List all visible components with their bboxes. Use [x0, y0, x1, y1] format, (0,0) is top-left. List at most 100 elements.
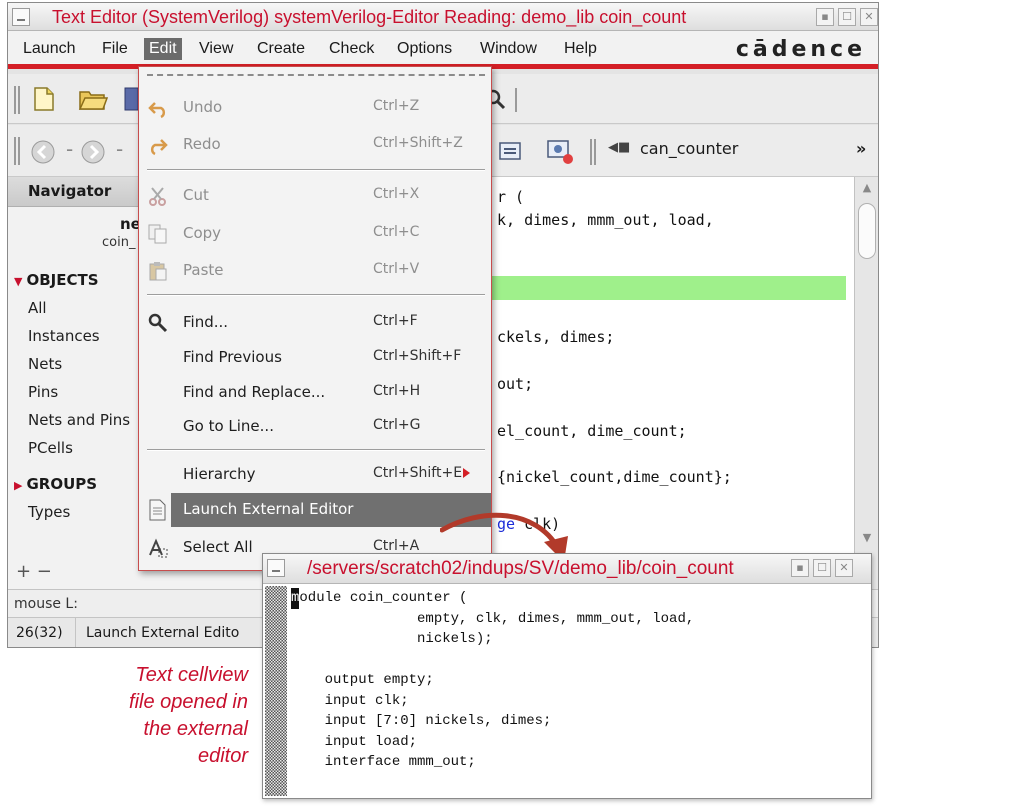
code-line: empty, clk, dimes, mmm_out, load, — [291, 610, 695, 627]
menu-launch[interactable]: Launch — [23, 40, 76, 58]
window-menu-icon[interactable] — [12, 8, 30, 26]
caption-line: Text cellview — [135, 664, 248, 686]
code-line: out; — [497, 375, 534, 393]
toolbar-grip[interactable] — [590, 139, 596, 165]
menu-edit[interactable]: Edit — [144, 38, 182, 60]
menu-item-label: Find and Replace... — [183, 383, 326, 401]
forward-icon[interactable] — [80, 139, 106, 165]
menu-item-shortcut: Ctrl+X — [373, 186, 420, 202]
objects-section[interactable]: ▼ OBJECTS — [14, 271, 99, 289]
menu-options[interactable]: Options — [397, 40, 452, 58]
scroll-down-icon[interactable]: ▼ — [858, 531, 876, 549]
menu-item-find-previous[interactable]: Find Previous Ctrl+Shift+F — [139, 341, 491, 375]
navigator-add-remove[interactable]: + − — [16, 561, 52, 582]
menu-item-shortcut: Ctrl+H — [373, 383, 421, 399]
menu-item-label: Paste — [183, 261, 224, 279]
code-line: ckels, dimes; — [497, 328, 615, 346]
open-folder-icon[interactable] — [78, 86, 108, 112]
menu-item-shortcut: Ctrl+F — [373, 313, 418, 329]
code-line: input [7:0] nickels, dimes; — [291, 713, 552, 729]
menu-view[interactable]: View — [199, 40, 233, 58]
code-line: r ( — [497, 188, 525, 206]
expand-triangle-icon[interactable]: ▼ — [14, 275, 22, 288]
groups-section[interactable]: ▶ GROUPS — [14, 475, 97, 493]
menu-window[interactable]: Window — [480, 40, 537, 58]
mouse-status: mouse L: — [14, 596, 78, 612]
last-command: Launch External Edito — [86, 625, 240, 641]
forward-dropdown-icon[interactable]: - — [116, 137, 123, 161]
back-icon[interactable] — [30, 139, 56, 165]
code-line: output empty; — [291, 672, 434, 688]
toolbar-grip[interactable] — [14, 86, 20, 114]
window-menu-icon[interactable] — [267, 559, 285, 577]
minimize-button[interactable]: ▪ — [816, 8, 834, 26]
menu-item-label: Find Previous — [183, 348, 282, 366]
callout-caption: Text cellview file opened in the externa… — [60, 662, 248, 770]
line-count: 26(32) — [8, 618, 76, 647]
menu-separator — [147, 169, 485, 171]
menu-item-hierarchy[interactable]: Hierarchy Ctrl+Shift+E — [139, 458, 491, 492]
code-line: input clk; — [291, 692, 409, 709]
menu-item-find[interactable]: Find... Ctrl+F — [139, 306, 491, 340]
nav-item-nets-and-pins[interactable]: Nets and Pins — [28, 411, 130, 429]
view-options-icon[interactable] — [546, 137, 576, 167]
new-file-icon[interactable] — [32, 86, 56, 112]
scroll-thumb[interactable] — [858, 203, 876, 259]
nav-item-pcells[interactable]: PCells — [28, 439, 73, 457]
menu-item-label: Cut — [183, 186, 209, 204]
maximize-button[interactable]: ☐ — [813, 559, 831, 577]
menu-item-shortcut: Ctrl+Z — [373, 98, 420, 114]
close-button[interactable]: ✕ — [835, 559, 853, 577]
menu-item-paste[interactable]: Paste Ctrl+V — [139, 254, 491, 288]
save-view-icon[interactable] — [498, 139, 524, 165]
menu-separator — [147, 449, 485, 451]
cell-selector[interactable]: can_counter — [640, 139, 738, 158]
toolbar-grip[interactable] — [14, 137, 20, 165]
collapsed-triangle-icon[interactable]: ▶ — [14, 479, 22, 492]
toolbar-overflow[interactable]: » — [856, 139, 866, 158]
nav-item-nets[interactable]: Nets — [28, 355, 62, 373]
code-line: nickels); — [291, 631, 493, 647]
close-button[interactable]: ✕ — [860, 8, 878, 26]
undo-icon — [148, 102, 166, 119]
nav-item-pins[interactable]: Pins — [28, 383, 58, 401]
edit-menu-dropdown: Undo Ctrl+Z Redo Ctrl+Shift+Z Cut Ctrl+X… — [138, 66, 492, 571]
menu-item-find-and-replace[interactable]: Find and Replace... Ctrl+H — [139, 376, 491, 410]
menu-item-copy[interactable]: Copy Ctrl+C — [139, 217, 491, 251]
code-line: odule coin_counter ( — [299, 590, 468, 606]
menu-item-go-to-line[interactable]: Go to Line... Ctrl+G — [139, 410, 491, 444]
code-line: {nickel_count,dime_count}; — [497, 468, 732, 486]
menu-create[interactable]: Create — [257, 40, 305, 58]
search-icon — [148, 313, 168, 333]
nav-item-types[interactable]: Types — [28, 503, 70, 521]
main-titlebar[interactable]: Text Editor (SystemVerilog) systemVerilo… — [8, 3, 878, 31]
main-window-title: Text Editor (SystemVerilog) systemVerilo… — [52, 7, 687, 27]
menu-item-label: Hierarchy — [183, 465, 256, 483]
menu-item-redo[interactable]: Redo Ctrl+Shift+Z — [139, 128, 491, 162]
copy-icon — [148, 224, 167, 244]
editor-vertical-scrollbar[interactable]: ▲ ▼ — [854, 177, 878, 589]
nav-item-all[interactable]: All — [28, 299, 47, 317]
code-line: interface mmm_out; — [291, 754, 476, 770]
minimize-button[interactable]: ▪ — [791, 559, 809, 577]
editor-gutter — [265, 586, 287, 796]
menu-item-undo[interactable]: Undo Ctrl+Z — [139, 91, 491, 125]
menu-help[interactable]: Help — [564, 40, 597, 58]
maximize-button[interactable]: ☐ — [838, 8, 856, 26]
save-icon[interactable] — [124, 86, 138, 112]
external-titlebar[interactable]: /servers/scratch02/indups/SV/demo_lib/co… — [263, 554, 871, 584]
cadence-logo: cādence — [735, 37, 866, 62]
menu-item-cut[interactable]: Cut Ctrl+X — [139, 179, 491, 213]
menu-item-label: Select All — [183, 538, 253, 556]
menu-check[interactable]: Check — [329, 40, 374, 58]
external-editor-window: /servers/scratch02/indups/SV/demo_lib/co… — [262, 553, 872, 799]
code-line: input load; — [291, 733, 418, 750]
nav-item-instances[interactable]: Instances — [28, 327, 100, 345]
scroll-up-icon[interactable]: ▲ — [858, 181, 876, 199]
document-icon — [149, 499, 166, 521]
external-editor-text-area[interactable]: module coin_counter ( empty, clk, dimes,… — [263, 584, 871, 798]
menu-file[interactable]: File — [102, 40, 128, 58]
menu-item-shortcut: Ctrl+G — [373, 417, 421, 433]
tear-off-line[interactable] — [147, 74, 485, 76]
back-dropdown-icon[interactable]: - — [66, 137, 73, 161]
